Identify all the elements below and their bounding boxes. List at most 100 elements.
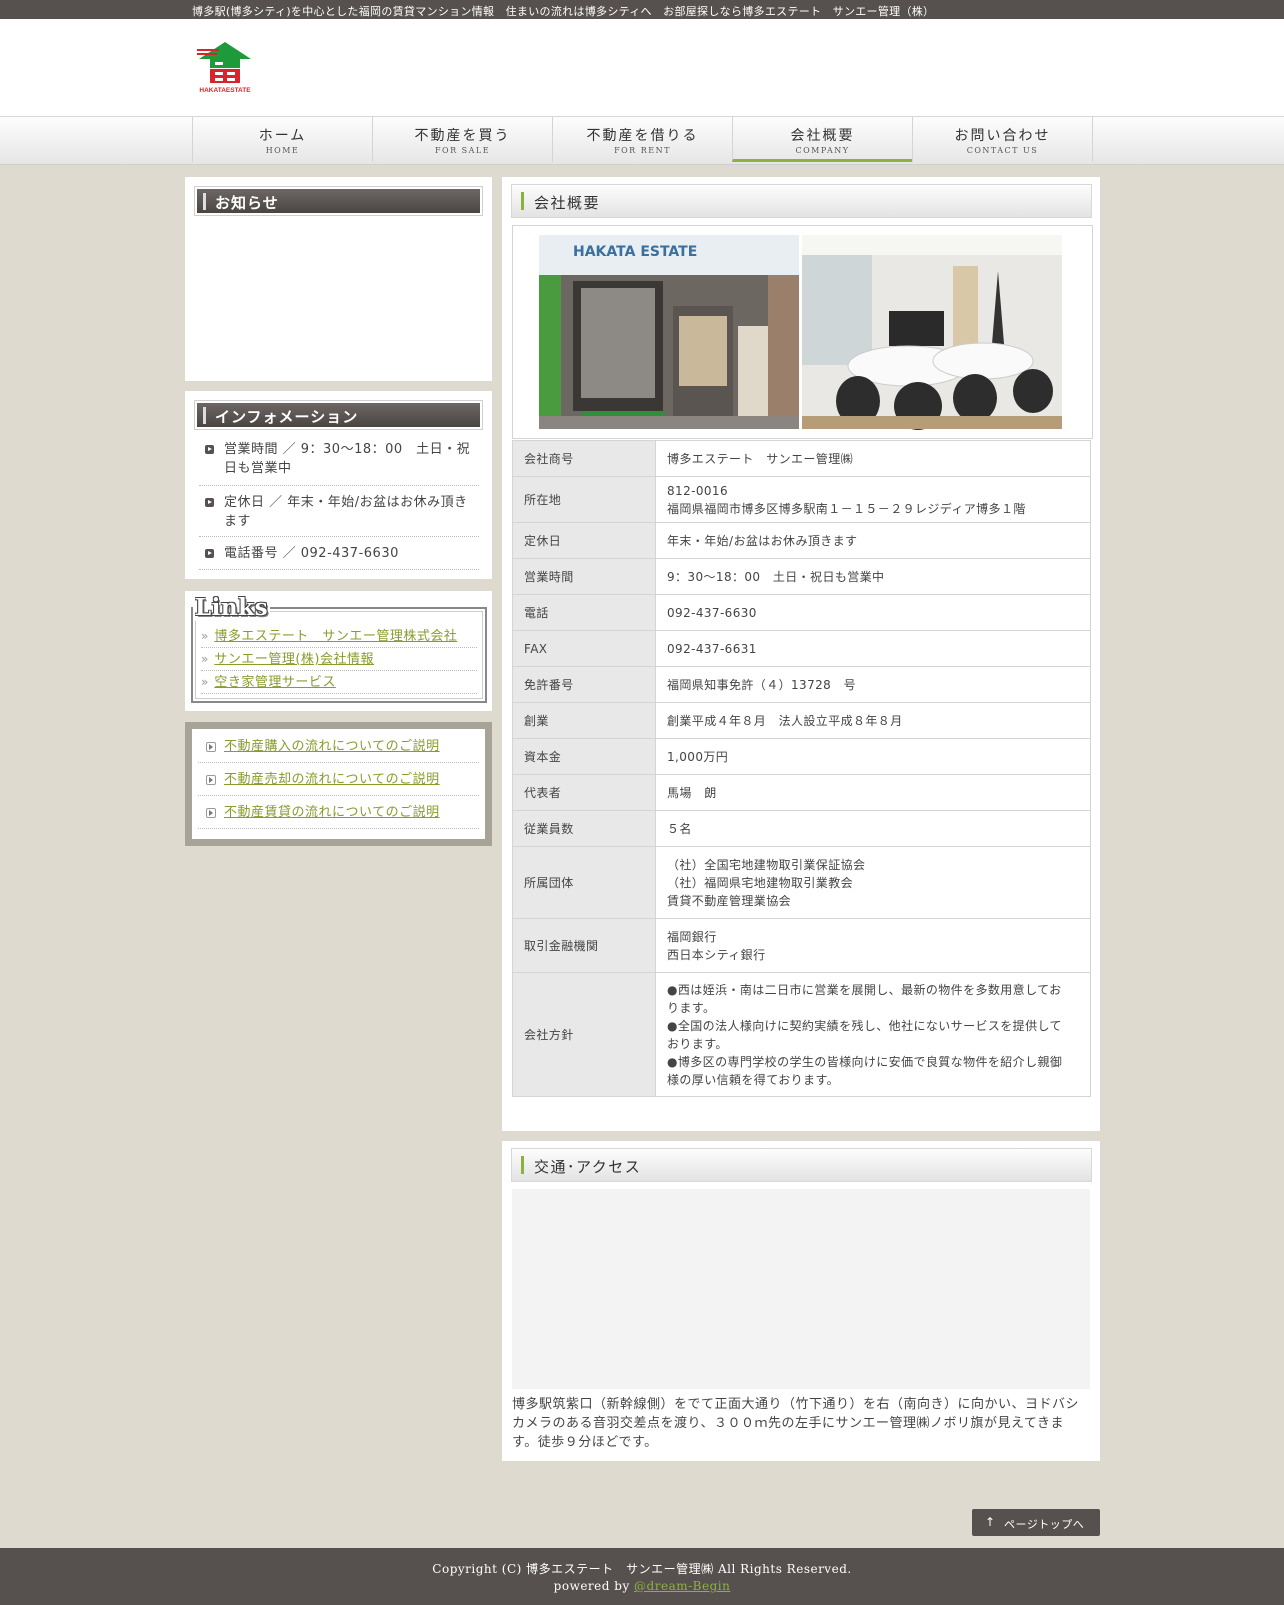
row-value-line: ●全国の法人様向けに契約実績を残し、他社にないサービスを提供して [667,1018,1062,1033]
row-value-line: ●博多区の専門学校の学生の皆様向けに安価で良質な物件を紹介し親御 [667,1054,1063,1069]
access-line: す。徒歩９分ほどです。 [512,1435,658,1450]
guide-panel: 不動産購入の流れについてのご説明 不動産売却の流れについてのご説明 不動産賃貸の… [185,722,492,846]
link-vacant-house-service[interactable]: 空き家管理サービス [214,675,336,690]
news-panel: お知らせ [185,177,492,381]
global-nav: ホーム HOME 不動産を買う FOR SALE 不動産を借りる FOR REN… [0,116,1284,165]
info-phone-line1: 電話番号 ／ 092-437-6630 [224,546,399,561]
nav-for-rent[interactable]: 不動産を借りる FOR RENT [552,117,732,162]
table-row: 所属団体 （社）全国宅地建物取引業保証協会 （社）福岡県宅地建物取引業教会 賃貸不動産… [512,846,1091,919]
row-value-line: 092-437-6631 [667,641,757,656]
info-heading: インフォメーション [194,400,483,430]
company-info-table: 会社商号 博多エステート サンエー管理㈱ 所在地 812-0016 福岡県福岡市博多区博… [512,440,1091,1097]
info-item-text: 定休日 ／ 年末・年始/お盆はお休み頂き ます [224,493,468,531]
nav-home-sublabel: HOME [265,146,300,155]
powered-by-label: powered by [553,1579,635,1593]
links-title: Links [193,594,271,621]
row-value: 092-437-6631 [655,630,1091,667]
info-title: インフォメーション [215,408,359,426]
info-item-hours: 営業時間 ／ 9：30～18：00 土日・祝 日も営業中 [199,440,479,486]
row-value-line: 年末・年始/お盆はお休み頂きます [667,533,858,548]
copyright: Copyright (C) 博多エステート サンエー管理㈱ All Rights… [432,1562,852,1576]
footer: Copyright (C) 博多エステート サンエー管理㈱ All Rights… [0,1548,1284,1605]
row-value: （社）全国宅地建物取引業保証協会 （社）福岡県宅地建物取引業教会 賃貸不動産管理業協… [655,846,1091,919]
row-value: 1,000万円 [655,738,1091,775]
row-value: 博多エステート サンエー管理㈱ [655,440,1091,477]
office-interior-photo [802,235,1062,430]
double-chevron-icon: » [201,675,209,689]
top-tagline: 博多駅(博多シティ)を中心とした福岡の賃貸マンション情報 住まいの流れは博多シテ… [192,5,935,18]
row-value-line: ●西は姪浜・南は二日市に営業を展開し、最新の物件を多数用意してお [667,982,1062,997]
row-value-line: 9：30～18：00 土日・祝日も営業中 [667,569,885,584]
row-label: 取引金融機関 [512,918,656,973]
row-value-line: （社）福岡県宅地建物取引業教会 [667,875,854,890]
nav-for-sale-label: 不動産を買う [414,128,511,144]
row-value: 092-437-6630 [655,594,1091,631]
link-purchase-flow[interactable]: 不動産購入の流れについてのご説明 [224,737,440,757]
company-photos: HAKATA ESTATE [512,225,1093,439]
info-item-phone: 電話番号 ／ 092-437-6630 [199,544,479,570]
row-label: 代表者 [512,774,656,811]
bullet-icon [205,498,214,507]
nav-for-sale[interactable]: 不動産を買う FOR SALE [372,117,552,162]
access-map[interactable] [512,1189,1090,1389]
table-row: 免許番号 福岡県知事免許（４）13728 号 [512,666,1091,703]
row-label: 電話 [512,594,656,631]
news-title: お知らせ [215,194,279,212]
double-chevron-icon: » [201,652,209,666]
row-value: ●西は姪浜・南は二日市に営業を展開し、最新の物件を多数用意してお ります。 ●全国の… [655,972,1091,1097]
link-sale-flow[interactable]: 不動産売却の流れについてのご説明 [224,770,440,790]
logo-text: HAKATAESTATE [199,87,251,94]
row-value: 年末・年始/お盆はお休み頂きます [655,522,1091,559]
nav-contact[interactable]: お問い合わせ CONTACT US [912,117,1093,162]
access-line: カメラのある音羽交差点を渡り、３００ｍ先の左手にサンエー管理㈱ノボリ旗が見えてき… [512,1416,1064,1431]
link-company-info[interactable]: サンエー管理(株)会社情報 [214,652,374,667]
arrow-up-icon: ↑ [985,1515,996,1529]
nav-company-sublabel: COMPANY [795,146,850,155]
company-panel: 会社概要 HAKATA ESTATE 会社商号 博多エステート サンエー管理㈱ … [502,177,1100,1131]
store-sign-text: HAKATA ESTATE [573,244,697,260]
row-value-line: おります。 [667,1036,728,1051]
guide-row: 不動産賃貸の流れについてのご説明 [198,803,479,829]
row-label: 所属団体 [512,846,656,919]
row-value-line: 812-0016 [667,483,728,498]
guide-row: 不動産購入の流れについてのご説明 [198,737,479,763]
row-label: 従業員数 [512,810,656,847]
row-value-line: 様の厚い信頼を得ております。 [667,1072,840,1087]
links-panel: » 博多エステート サンエー管理株式会社 » サンエー管理(株)会社情報 » 空き家管… [185,591,492,711]
row-label: 所在地 [512,476,656,523]
nav-company[interactable]: 会社概要 COMPANY [732,117,912,162]
link-row: » 空き家管理サービス [201,672,477,694]
table-row: 会社商号 博多エステート サンエー管理㈱ [512,440,1091,477]
link-rental-flow[interactable]: 不動産賃貸の流れについてのご説明 [224,803,440,823]
table-row: 取引金融機関 福岡銀行 西日本シティ銀行 [512,918,1091,973]
bullet-icon [205,445,214,454]
nav-for-rent-sublabel: FOR RENT [614,146,671,155]
row-label: 会社商号 [512,440,656,477]
links-box: » 博多エステート サンエー管理株式会社 » サンエー管理(株)会社情報 » 空き家管… [191,607,487,703]
row-label: 定休日 [512,522,656,559]
table-row: FAX 092-437-6631 [512,630,1091,667]
access-description: 博多駅筑紫口（新幹線側）をでて正面大通り（竹下通り）を右（南向き）に向かい、ヨド… [512,1395,1090,1452]
info-hours-line1: 営業時間 ／ 9：30～18：00 土日・祝 [224,442,471,457]
company-logo[interactable]: HAKATAESTATE [195,41,255,97]
top-tagline-bar: 博多駅(博多シティ)を中心とした福岡の賃貸マンション情報 住まいの流れは博多シテ… [0,0,1284,19]
info-item-text: 電話番号 ／ 092-437-6630 [224,544,399,563]
row-label: 免許番号 [512,666,656,703]
table-row: 代表者 馬場 朗 [512,774,1091,811]
row-value-line: 創業平成４年８月 法人設立平成８年８月 [667,713,903,728]
table-row: 創業 創業平成４年８月 法人設立平成８年８月 [512,702,1091,739]
storefront-photo: HAKATA ESTATE [539,235,799,429]
company-heading: 会社概要 [511,184,1092,218]
powered-by-link[interactable]: @dream-Begin [634,1579,730,1593]
info-item-holiday: 定休日 ／ 年末・年始/お盆はお休み頂き ます [199,493,479,537]
row-value: 812-0016 福岡県福岡市博多区博多駅南１－１５－２９レジディア博多１階 [655,476,1091,523]
page-top-label: ページトップへ [1004,1518,1085,1531]
nav-for-sale-sublabel: FOR SALE [434,146,491,155]
page-top-button[interactable]: ↑ ページトップへ [972,1509,1100,1536]
row-value-line: 092-437-6630 [667,605,757,620]
link-hakata-estate[interactable]: 博多エステート サンエー管理株式会社 [214,629,457,644]
table-row: 電話 092-437-6630 [512,594,1091,631]
company-title: 会社概要 [534,194,601,212]
row-value: 創業平成４年８月 法人設立平成８年８月 [655,702,1091,739]
nav-home[interactable]: ホーム HOME [192,117,372,162]
